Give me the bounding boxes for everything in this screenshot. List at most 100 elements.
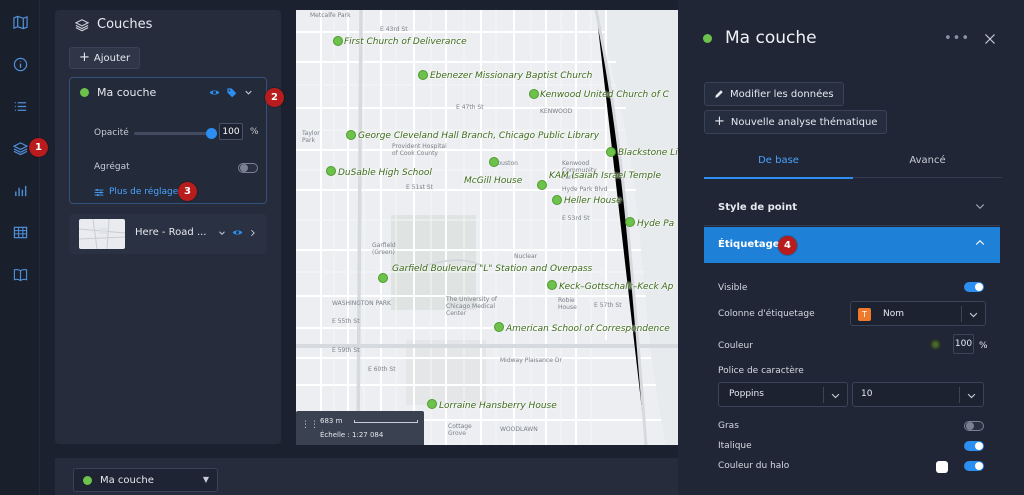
opacity-slider[interactable] bbox=[134, 128, 217, 139]
text-field-icon: T bbox=[858, 308, 871, 321]
scale-distance: 683 m bbox=[320, 417, 343, 425]
opacity-slider-knob[interactable] bbox=[206, 128, 217, 139]
tab-advanced[interactable]: Avancé bbox=[853, 155, 1002, 166]
step-marker-3: 3 bbox=[178, 182, 197, 201]
poi-label: DuSable High School bbox=[338, 168, 432, 178]
poi-label: American School of Correspondence bbox=[506, 324, 670, 334]
halo-color-swatch[interactable] bbox=[936, 461, 948, 473]
basemap-card[interactable]: Here - Road ... bbox=[69, 214, 267, 254]
map-view[interactable]: Metcalfe Park E 43rd St E 47th St E 51st… bbox=[296, 10, 678, 445]
street-label: Robie House bbox=[558, 297, 577, 311]
street-label: Cottage Grove bbox=[448, 423, 472, 437]
poi-marker[interactable] bbox=[346, 130, 356, 140]
section-point-style[interactable]: Style de point bbox=[704, 190, 1000, 226]
chevron-down-icon[interactable] bbox=[243, 87, 254, 98]
bold-label: Gras bbox=[718, 421, 739, 431]
table-icon[interactable] bbox=[8, 220, 32, 244]
more-settings-link[interactable]: Plus de réglages bbox=[94, 187, 183, 197]
book-icon[interactable] bbox=[8, 262, 32, 286]
poi-marker[interactable] bbox=[537, 180, 547, 190]
poi-marker[interactable] bbox=[326, 166, 336, 176]
poi-label: McGill House bbox=[464, 176, 523, 186]
bold-toggle[interactable] bbox=[964, 421, 984, 431]
poi-marker[interactable] bbox=[552, 195, 562, 205]
font-label: Police de caractère bbox=[718, 366, 804, 376]
street-label: E 60th St bbox=[368, 366, 396, 373]
font-size-select[interactable]: 10 bbox=[852, 382, 984, 407]
halo-color-label: Couleur du halo bbox=[718, 461, 790, 471]
street-label: WOODLAWN bbox=[500, 426, 538, 433]
poi-marker[interactable] bbox=[333, 36, 343, 46]
street-label: Garfield (Green) bbox=[372, 242, 396, 256]
aggregate-toggle[interactable] bbox=[238, 163, 258, 173]
poi-label: Lorraine Hansberry House bbox=[439, 401, 557, 411]
tag-icon[interactable] bbox=[226, 87, 237, 98]
chevron-down-icon bbox=[969, 312, 978, 318]
street-label: Midway Plaisance Dr bbox=[500, 357, 562, 364]
poi-marker[interactable] bbox=[489, 157, 499, 167]
chevron-down-icon[interactable] bbox=[217, 228, 227, 238]
info-icon[interactable] bbox=[8, 52, 32, 76]
list-icon[interactable] bbox=[8, 94, 32, 118]
panel-title-text: Ma couche bbox=[725, 28, 817, 48]
plus-icon: + bbox=[714, 114, 725, 129]
aggregate-label: Agrégat bbox=[94, 162, 130, 172]
layers-icon bbox=[75, 18, 89, 31]
halo-toggle[interactable] bbox=[964, 461, 984, 471]
chevron-down-icon bbox=[967, 393, 976, 399]
sliders-icon bbox=[94, 188, 104, 196]
chevron-down-icon bbox=[831, 393, 840, 399]
label-column-select[interactable]: T Nom bbox=[850, 301, 986, 326]
tab-basic[interactable]: De base bbox=[704, 155, 853, 179]
layer-color-dot bbox=[80, 88, 89, 97]
chevron-down-icon bbox=[975, 204, 985, 210]
layer-name: Ma couche bbox=[97, 86, 157, 99]
poi-label: Garfield Boulevard "L" Station and Overp… bbox=[392, 264, 593, 274]
eye-icon[interactable] bbox=[209, 87, 220, 98]
layer-actions bbox=[209, 87, 254, 98]
layer-name-row[interactable]: Ma couche bbox=[80, 86, 156, 99]
layer-color-dot bbox=[83, 475, 92, 485]
poi-marker[interactable] bbox=[625, 217, 635, 227]
map-icon[interactable] bbox=[8, 10, 32, 34]
more-options-icon[interactable]: ••• bbox=[944, 31, 970, 46]
poi-marker[interactable] bbox=[427, 399, 437, 409]
layer-select[interactable]: Ma couche ▼ bbox=[73, 468, 218, 492]
poi-marker[interactable] bbox=[547, 280, 557, 290]
color-swatch[interactable] bbox=[930, 339, 941, 350]
new-analysis-button[interactable]: + Nouvelle analyse thématique bbox=[704, 110, 888, 134]
layer-select-value: Ma couche bbox=[100, 474, 154, 486]
section-labeling-label: Étiquetage bbox=[718, 239, 780, 250]
eye-icon[interactable] bbox=[232, 227, 243, 238]
street-label: E 47th St bbox=[456, 104, 484, 111]
street-label: The University of Chicago Medical Center bbox=[446, 296, 498, 317]
drag-handle-icon[interactable]: ⋮⋮ bbox=[301, 420, 319, 430]
opacity-input[interactable]: 100 bbox=[219, 123, 243, 140]
poi-marker[interactable] bbox=[606, 147, 616, 157]
chevron-right-icon[interactable] bbox=[248, 228, 257, 238]
scale-bar bbox=[354, 420, 418, 423]
poi-marker[interactable] bbox=[418, 70, 428, 80]
color-opacity-unit: % bbox=[979, 341, 988, 351]
chart-icon[interactable] bbox=[8, 178, 32, 202]
poi-marker[interactable] bbox=[378, 273, 388, 283]
basemap-name: Here - Road ... bbox=[135, 227, 207, 238]
layer-color-dot bbox=[703, 33, 712, 43]
color-label: Couleur bbox=[718, 341, 753, 351]
poi-label: Heller House bbox=[564, 196, 622, 206]
visible-toggle[interactable] bbox=[964, 282, 984, 292]
italic-label: Italique bbox=[718, 441, 752, 451]
add-layer-button[interactable]: + Ajouter bbox=[69, 47, 141, 69]
color-opacity-input[interactable]: 100 bbox=[953, 334, 974, 354]
layers-panel: Couches + Ajouter Ma couche 2 Opacité 10… bbox=[55, 10, 284, 444]
poi-label: First Church of Deliverance bbox=[344, 37, 467, 47]
layers-title-text: Couches bbox=[97, 17, 153, 32]
font-family-select[interactable]: Poppins bbox=[718, 382, 848, 407]
close-icon[interactable] bbox=[984, 33, 996, 45]
poi-marker[interactable] bbox=[529, 89, 539, 99]
section-labeling[interactable]: Étiquetage bbox=[704, 227, 1000, 263]
italic-toggle[interactable] bbox=[964, 441, 984, 451]
edit-data-button[interactable]: Modifier les données bbox=[704, 82, 844, 106]
label-column-label: Colonne d'étiquetage bbox=[718, 309, 815, 319]
poi-marker[interactable] bbox=[494, 322, 504, 332]
